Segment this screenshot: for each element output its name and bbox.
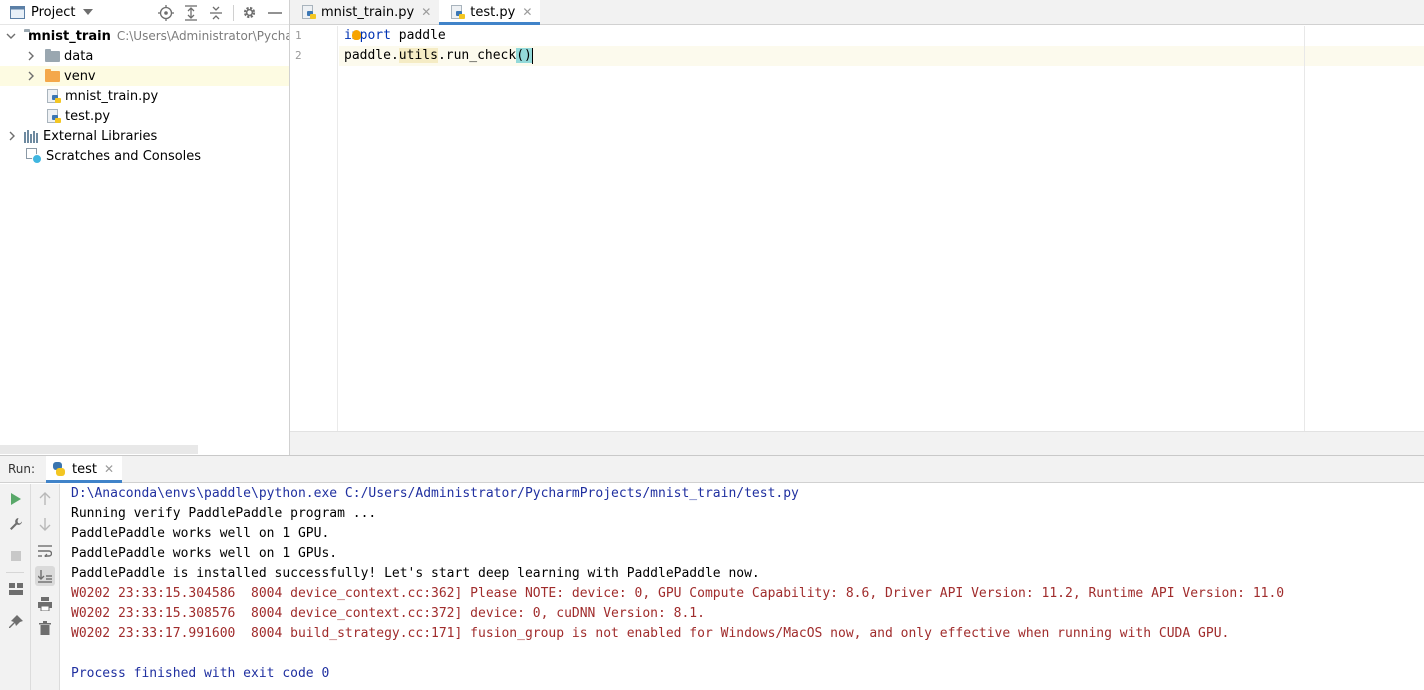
python-icon [52, 462, 66, 476]
run-tab-test[interactable]: test ✕ [46, 456, 123, 483]
code-text[interactable]: import paddle paddle.utils.run_check() [339, 26, 1424, 66]
editor-area: mnist_train.py ✕ test.py ✕ 1 2 import pa… [290, 0, 1424, 455]
tree-item-label: External Libraries [43, 128, 158, 144]
run-toolbar-primary [0, 484, 31, 690]
editor-breadcrumb-bar [290, 431, 1424, 455]
console-output[interactable]: D:\Anaconda\envs\paddle\python.exe C:/Us… [61, 484, 1424, 690]
locate-icon[interactable] [156, 3, 175, 22]
code-token: paddle. [344, 48, 399, 63]
tree-item-venv[interactable]: venv [0, 66, 289, 86]
libraries-icon [24, 129, 39, 143]
console-line: W0202 23:33:17.991600 8004 build_strateg… [71, 626, 1230, 641]
chevron-down-icon[interactable] [6, 30, 16, 42]
chevron-right-icon[interactable] [25, 70, 37, 82]
close-icon[interactable]: ✕ [522, 5, 532, 19]
console-line: Running verify PaddlePaddle program ... [71, 506, 377, 521]
tree-item-label: Scratches and Consoles [46, 148, 202, 164]
editor-tab-bar: mnist_train.py ✕ test.py ✕ [290, 0, 1424, 25]
tree-item-test-py[interactable]: test.py [0, 106, 289, 126]
folder-icon [45, 68, 60, 82]
console-line: PaddlePaddle works well on 1 GPU. [71, 526, 330, 541]
tree-item-label: venv [64, 68, 96, 84]
chevron-right-icon[interactable] [6, 130, 18, 142]
trash-icon[interactable] [35, 618, 55, 638]
tab-label: mnist_train.py [321, 4, 415, 20]
collapse-all-icon[interactable] [206, 3, 225, 22]
tree-root-path: C:\Users\Administrator\PycharmProjects\m… [116, 29, 289, 43]
close-icon[interactable]: ✕ [104, 462, 114, 476]
run-icon[interactable] [6, 489, 26, 509]
text-cursor [531, 47, 533, 64]
tree-item-label: test.py [65, 108, 111, 124]
tree-root-label: mnist_train [28, 28, 111, 44]
tab-test-py[interactable]: test.py ✕ [439, 0, 541, 25]
code-editor[interactable]: 1 2 import paddle paddle.utils.run_check… [290, 26, 1424, 431]
project-view-icon [10, 5, 25, 19]
project-header: Project [0, 0, 289, 25]
console-line: PaddlePaddle is installed successfully! … [71, 566, 760, 581]
run-header: Run: test ✕ [0, 456, 1424, 483]
project-tool-window: Project mnist_train C:\Users\Administrat… [0, 0, 290, 455]
print-icon[interactable] [35, 594, 55, 614]
up-arrow-icon[interactable] [35, 489, 55, 509]
run-tool-window: Run: test ✕ D:\Anaconda\envs\paddle\pyth… [0, 455, 1424, 690]
folder-icon [45, 48, 60, 62]
down-arrow-icon[interactable] [35, 514, 55, 534]
close-icon[interactable]: ✕ [421, 5, 431, 19]
right-margin-guide [1304, 26, 1305, 431]
wrench-icon[interactable] [6, 514, 26, 534]
console-line: D:\Anaconda\envs\paddle\python.exe C:/Us… [71, 486, 799, 501]
python-file-icon [451, 4, 466, 20]
horizontal-scrollbar[interactable] [0, 445, 198, 454]
tree-item-label: mnist_train.py [65, 88, 159, 104]
expand-all-icon[interactable] [181, 3, 200, 22]
project-title: Project [31, 4, 76, 20]
console-line: Process finished with exit code 0 [71, 666, 330, 681]
python-file-icon [302, 4, 316, 20]
soft-wrap-icon[interactable] [35, 541, 55, 561]
gear-icon[interactable] [240, 3, 259, 22]
tab-mnist-train-py[interactable]: mnist_train.py ✕ [290, 0, 439, 24]
line-number: 2 [295, 49, 302, 62]
python-file-icon [47, 108, 61, 124]
chevron-right-icon[interactable] [25, 50, 37, 62]
project-tree: mnist_train C:\Users\Administrator\Pycha… [0, 26, 289, 166]
tree-item-mnist-train-py[interactable]: mnist_train.py [0, 86, 289, 106]
code-token: paddle [390, 28, 446, 43]
tree-item-data[interactable]: data [0, 46, 289, 66]
code-token: .run_check [437, 48, 517, 63]
project-view-selector[interactable]: Project [10, 4, 94, 20]
scratches-icon [26, 148, 42, 164]
run-tab-label: test [72, 461, 97, 477]
scroll-to-end-icon[interactable] [35, 566, 55, 586]
layout-icon[interactable] [6, 579, 26, 599]
line-gutter: 1 2 [290, 26, 338, 431]
stop-icon[interactable] [6, 546, 26, 566]
line-number: 1 [295, 29, 302, 42]
code-line-current[interactable]: paddle.utils.run_check() [339, 46, 1424, 66]
chevron-down-icon [83, 9, 94, 15]
tree-item-label: data [64, 48, 94, 64]
paren-match: () [516, 48, 532, 63]
tree-item-scratches[interactable]: Scratches and Consoles [0, 146, 289, 166]
console-line: W0202 23:33:15.304586 8004 device_contex… [71, 586, 1285, 601]
hide-icon[interactable] [265, 3, 284, 22]
run-toolbar-secondary [31, 484, 60, 690]
run-title: Run: [8, 462, 36, 476]
console-line: PaddlePaddle works well on 1 GPUs. [71, 546, 338, 561]
code-token-highlighted: utils [398, 48, 438, 63]
lightbulb-icon[interactable] [352, 30, 361, 40]
tab-label: test.py [470, 4, 516, 20]
tree-item-external-libraries[interactable]: External Libraries [0, 126, 289, 146]
console-line: W0202 23:33:15.308576 8004 device_contex… [71, 606, 705, 621]
pin-icon[interactable] [6, 612, 26, 632]
python-file-icon [47, 88, 61, 104]
code-line[interactable]: import paddle [339, 26, 1424, 46]
tree-root-row[interactable]: mnist_train C:\Users\Administrator\Pycha… [0, 26, 289, 46]
